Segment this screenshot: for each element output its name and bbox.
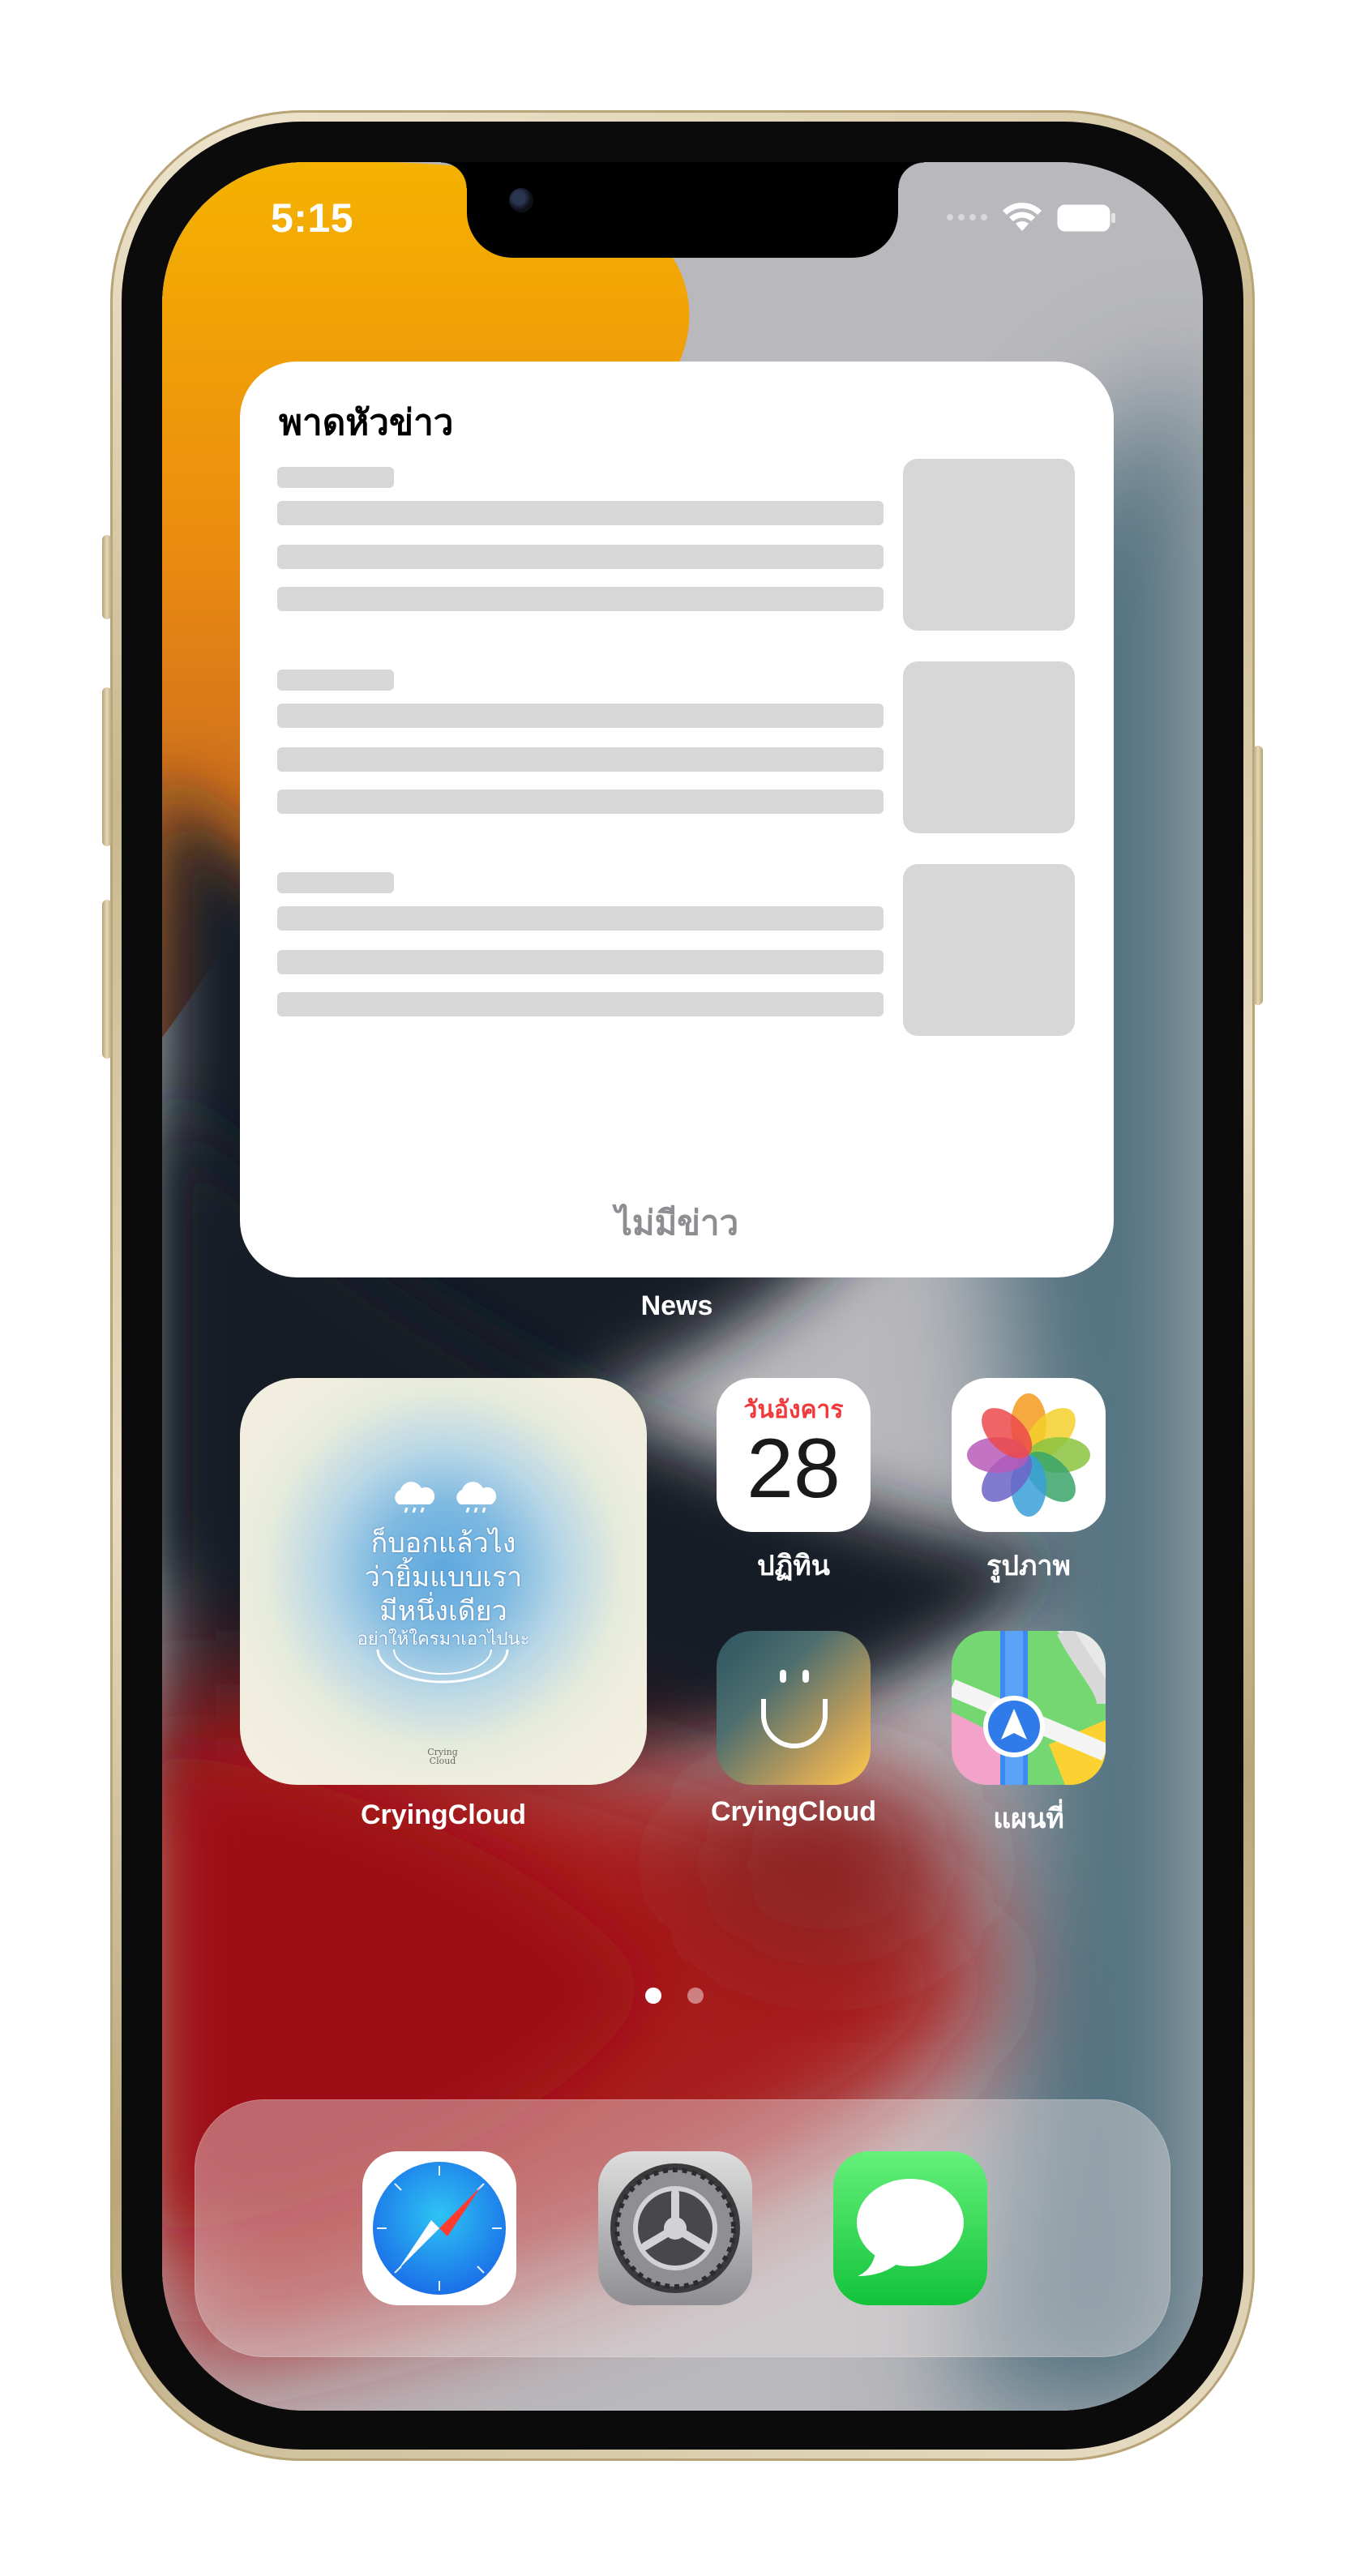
thumbnail-placeholder [903,661,1075,833]
cryingcloud-widget-label: CryingCloud [361,1799,526,1830]
cloud-icon [395,1482,435,1513]
cellular-signal-icon [947,214,987,220]
news-widget[interactable]: พาดหัวข่าว ไม่มีข่าว [240,362,1114,1277]
maps-icon [952,1631,1106,1785]
wifi-icon [1003,203,1042,231]
home-screen: 5:15 พาดหัวข่าว ไม่มีข่าว News ก็บอกแล้ว… [162,162,1203,2411]
power-button [1253,746,1263,1005]
photos-app-label: รูปภาพ [986,1550,1071,1582]
volume-down-button [102,900,112,1059]
maps-app-icon[interactable] [952,1631,1106,1785]
headline-placeholder [277,501,884,525]
cryingcloud-widget[interactable]: ก็บอกแล้วไง ว่ายิ้มแบบเรา มีหนึ่งเดียว อ… [240,1378,647,1785]
crying-cloud-logo: Crying Cloud [427,1747,458,1766]
headline-placeholder [277,704,884,728]
speech-bubble-icon [857,2179,964,2276]
news-empty-message: ไม่มีข่าว [614,1203,739,1243]
headline-placeholder [277,545,884,569]
headline-placeholder [277,789,884,814]
photos-flower-icon [967,1393,1090,1517]
photos-app-icon[interactable] [952,1378,1106,1532]
dock [195,2099,1170,2357]
page-indicator-dot-active[interactable] [645,1988,661,2004]
status-time: 5:15 [271,195,354,241]
headline-placeholder [277,747,884,772]
page-indicator-dot[interactable] [687,1988,704,2004]
thumbnail-placeholder [903,459,1075,631]
smile-arc-decoration [376,1649,509,1684]
headline-placeholder [277,872,394,893]
news-widget-label: News [640,1290,713,1321]
volume-up-button [102,687,112,846]
headline-placeholder [277,906,884,931]
cryingcloud-app-icon[interactable] [717,1631,871,1785]
calendar-day: 28 [747,1422,841,1516]
headline-placeholder [277,950,884,974]
thumbnail-placeholder [903,864,1075,1036]
gear-icon [610,2163,740,2293]
headline-placeholder [277,467,394,488]
messages-app-icon[interactable] [833,2151,987,2305]
safari-app-icon[interactable] [362,2151,516,2305]
news-widget-title: พาดหัวข่าว [279,402,454,443]
cloud-icon [456,1482,497,1513]
smile-face-icon [761,1670,828,1748]
calendar-app-icon[interactable]: วันอังคาร 28 [717,1378,871,1532]
maps-app-label: แผนที่ [993,1803,1064,1835]
battery-icon [1057,204,1115,232]
headline-placeholder [277,587,884,611]
headline-placeholder [277,670,394,691]
settings-app-icon[interactable] [598,2151,752,2305]
safari-compass-icon [373,2162,506,2295]
calendar-app-label: ปฏิทิน [756,1550,831,1582]
status-icons [947,198,1115,237]
mute-switch [102,535,112,619]
cryingcloud-app-label: CryingCloud [711,1796,876,1827]
notch [441,162,924,258]
front-camera [509,188,533,212]
headline-placeholder [277,992,884,1016]
